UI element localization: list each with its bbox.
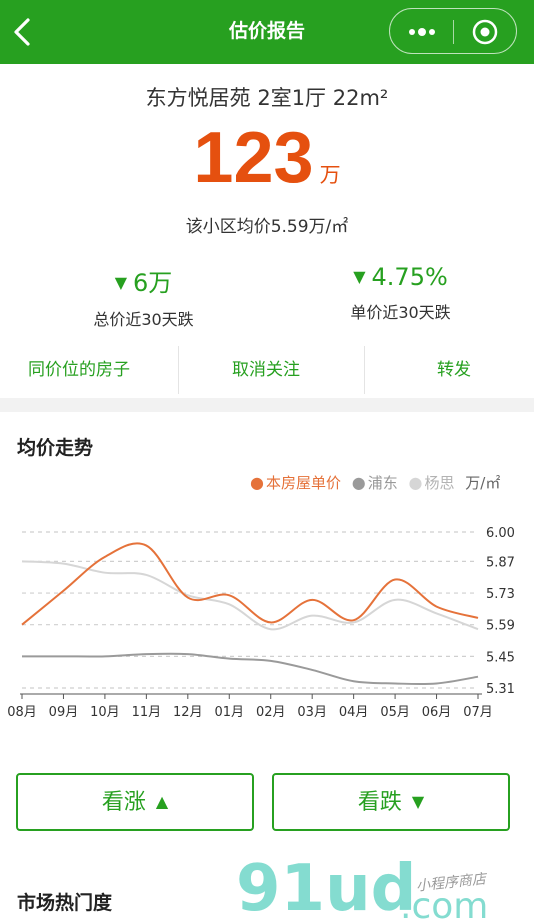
down-triangle-icon: ▼ [114,273,128,292]
total-price-change: ▼ 6万 总价近30天跌 [10,263,277,330]
y-tick-label: 5.87 [486,555,515,570]
more-dots-icon[interactable] [404,21,440,43]
legend-unit: 万/㎡ [465,474,501,492]
action-row: 同价位的房子 取消关注 转发 [0,344,534,396]
bullish-button[interactable]: 看涨 ▲ [16,773,254,831]
y-tick-label: 5.45 [486,650,515,665]
series-line-2 [22,652,479,686]
nav-bar: 估价报告 [0,0,534,64]
house-title: 东方悦居苑 2室1厅 22m² [145,86,389,110]
price-trend-chart: 6.00 5.87 5.73 5.59 5.45 5.31 08月 09月 10月 11月 12月 0… [7,526,515,720]
x-tick-label: 04月 [339,705,369,720]
price-unit: 万 [319,163,341,187]
estimated-price: 123 万 [0,118,534,198]
legend-dot-icon: ● [250,473,264,492]
down-triangle-icon: ▼ [353,267,366,286]
x-tick-label: 01月 [214,705,244,720]
total-price-change-value: ▼ 6万 [10,263,277,298]
community-average-price: 该小区均价5.59万/㎡ [185,217,349,237]
x-tick-label: 11月 [132,705,162,720]
action-divider [364,346,365,394]
x-tick-label: 08月 [7,705,37,720]
x-tick-label: 07月 [463,705,493,720]
chart-legend: ● 本房屋单价 ● 浦东 ● 杨思 万/㎡ [250,472,500,493]
total-change-amount: 6万 [133,269,173,297]
legend-dot-icon: ● [408,473,423,492]
action-divider [178,346,179,394]
same-price-houses-link[interactable]: 同价位的房子 [28,344,130,396]
bearish-label: 看跌 [357,790,402,815]
bearish-button[interactable]: 看跌 ▼ [272,773,510,831]
unfollow-link[interactable]: 取消关注 [232,344,300,396]
mini-program-capsule [389,8,517,54]
section-gap [0,398,534,412]
x-tick-label: 03月 [297,705,327,720]
unit-change-amount: 4.75% [371,263,448,291]
y-tick-label: 5.31 [486,682,515,697]
legend-series-3: 杨思 [424,474,455,492]
legend-series-1: 本房屋单价 [265,474,341,492]
unit-price-change: ▼ 4.75% 单价近30天跌 [267,263,534,323]
x-tick-label: 09月 [49,705,79,720]
series-line-3 [21,560,479,631]
x-tick-label: 05月 [380,705,410,720]
price-value: 123 [193,118,314,198]
x-tick-label: 02月 [256,705,286,720]
capsule-divider [453,20,454,44]
watermark-logo: 91ud .com 小程序商店 [236,852,489,924]
share-link[interactable]: 转发 [437,344,471,396]
y-tick-label: 6.00 [486,526,515,541]
x-tick-label: 06月 [422,705,452,720]
total-price-change-label: 总价近30天跌 [93,310,194,329]
legend-dot-icon: ● [351,473,366,492]
series-line-1 [21,542,479,626]
up-triangle-icon: ▲ [155,792,169,811]
unit-price-change-label: 单价近30天跌 [350,303,451,322]
watermark-logo-text: 91ud [236,852,416,924]
trend-title: 均价走势 [17,437,94,459]
y-tick-label: 5.73 [486,587,515,602]
target-circle-icon[interactable] [470,17,500,47]
x-tick-label: 10月 [90,705,120,720]
market-heat-title: 市场热门度 [17,892,113,914]
x-tick-label: 12月 [173,705,203,720]
down-triangle-icon: ▼ [411,792,425,811]
unit-price-change-value: ▼ 4.75% [267,263,534,291]
legend-series-2: 浦东 [367,474,398,492]
y-tick-label: 5.59 [486,619,515,634]
bullish-label: 看涨 [101,790,146,815]
